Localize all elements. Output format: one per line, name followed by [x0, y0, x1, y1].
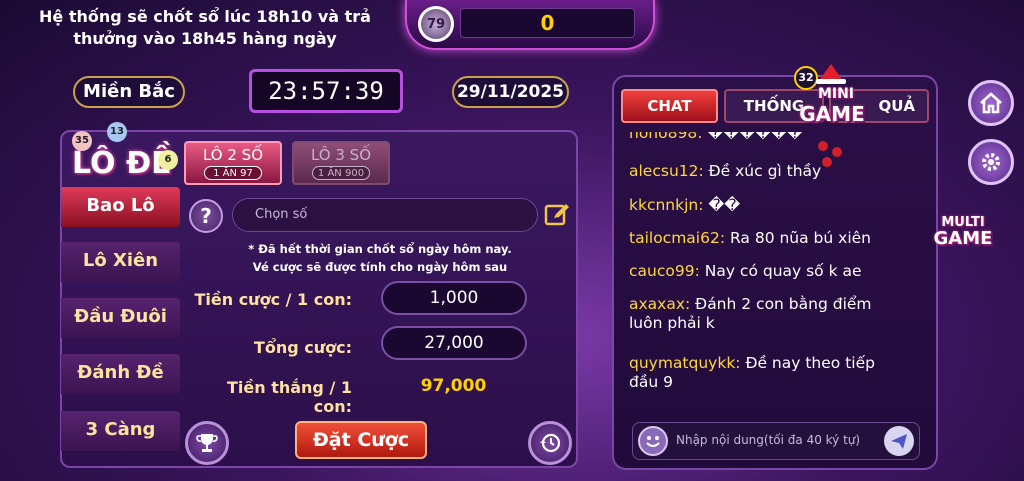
santa-hat-icon [816, 62, 846, 84]
bet-per-label: Tiền cược / 1 con: [194, 290, 352, 309]
minigame-label-2: GAME [799, 102, 865, 126]
tab-rate: 1 ĂN 900 [312, 166, 370, 180]
chat-text: ������ [702, 132, 803, 142]
chat-text: �� [703, 196, 741, 214]
minigame-label-1: MINI [817, 86, 855, 102]
side-item-danh-de[interactable]: Đánh Đề [61, 354, 180, 394]
chat-message: cauco99: Nay có quay số k ae [629, 262, 899, 281]
bet-per-field[interactable]: 1,000 [381, 281, 527, 315]
tab-results-label: QUẢ [878, 97, 915, 115]
gear-icon [982, 153, 1000, 171]
closing-time-notice: Hệ thống sẽ chốt sổ lúc 18h10 và trả thư… [39, 7, 371, 48]
chat-message: kkcnnkjn: �� [629, 196, 899, 215]
tab-label: LÔ 3 SỐ [310, 146, 372, 164]
history-icon [540, 433, 561, 453]
closing-warning: * Đã hết thời gian chốt sổ ngày hôm nay.… [230, 240, 530, 276]
region-selector[interactable]: Miền Bắc [73, 76, 185, 108]
level-badge: 79 [418, 6, 454, 42]
chat-text: Ra 80 nũa bú xiên [725, 229, 871, 247]
tab-chat[interactable]: CHAT [621, 89, 718, 123]
chat-username: cauco99: [629, 262, 700, 280]
place-bet-button[interactable]: Đặt Cược [295, 421, 427, 459]
leaderboard-button[interactable] [185, 421, 229, 465]
number-picker-input[interactable]: Chọn số [232, 198, 538, 232]
draw-date: 29/11/2025 [452, 76, 569, 108]
chat-message: hoho898: ������ [629, 132, 899, 143]
settings-button[interactable] [968, 139, 1014, 185]
home-icon [980, 92, 1002, 114]
help-button[interactable]: ? [189, 199, 223, 233]
tab-lo-3-so[interactable]: LÔ 3 SỐ 1 ĂN 900 [292, 141, 390, 185]
tab-rate: 1 ĂN 97 [204, 166, 262, 180]
tab-label: LÔ 2 SỐ [202, 146, 264, 164]
chat-text: Đề xúc gì thầy [703, 162, 822, 180]
chat-username: tailocmai62: [629, 229, 726, 247]
tab-lo-2-so[interactable]: LÔ 2 SỐ 1 ĂN 97 [184, 141, 282, 185]
history-button[interactable] [528, 421, 572, 465]
warning-line: Vé cược sẽ được tính cho ngày hôm sau [252, 260, 508, 274]
chat-input-placeholder: Nhập nội dung(tối đa 40 ký tự) [676, 433, 861, 447]
ornament-icon [815, 138, 849, 172]
total-value: 27,000 [381, 326, 527, 360]
side-item-dau-duoi[interactable]: Đầu Đuôi [61, 298, 180, 338]
logo-ball: 13 [107, 122, 127, 142]
warning-line: * Đã hết thời gian chốt sổ ngày hôm nay. [248, 242, 512, 256]
total-label: Tổng cược: [253, 338, 352, 357]
edit-icon[interactable] [543, 201, 571, 229]
home-button[interactable] [968, 80, 1014, 126]
logo-ball: 35 [72, 131, 92, 151]
chat-username: quymatquykk: [629, 354, 741, 372]
trophy-icon [196, 434, 218, 452]
win-value: 97,000 [420, 376, 487, 396]
chat-username: alecsu12: [629, 162, 704, 180]
logo-ball: 6 [158, 150, 178, 170]
side-item-bao-lo[interactable]: Bao Lô [61, 187, 180, 227]
lode-logo: LÔ ĐỀ [72, 146, 172, 181]
chat-message: alecsu12: Đề xúc gì thầy [629, 162, 899, 181]
emoji-icon[interactable] [638, 426, 668, 456]
chat-message: quymatquykk: Đề nay theo tiếp đầu 9 [629, 354, 879, 392]
chat-message-list[interactable]: hoho898: ������ alecsu12: Đề xúc gì thầy… [622, 132, 922, 412]
chat-username: hoho898: [629, 132, 703, 142]
send-icon[interactable] [884, 426, 914, 456]
chat-message: tailocmai62: Ra 80 nũa bú xiên [629, 229, 899, 248]
chat-message: axaxax: Đánh 2 con bằng điểm luôn phải k [629, 295, 879, 333]
minigame-button[interactable]: 32 MINI GAME [790, 62, 874, 128]
chat-text: Nay có quay số k ae [699, 262, 862, 280]
side-item-lo-xien[interactable]: Lô Xiên [61, 242, 180, 282]
multigame-button[interactable]: MULTI GAME [924, 215, 1002, 255]
side-item-3-cang[interactable]: 3 Càng [61, 411, 180, 451]
multigame-label-2: GAME [933, 228, 993, 249]
countdown-clock: 23:57:39 [249, 69, 403, 113]
chat-username: axaxax: [629, 295, 691, 313]
jackpot-value: 0 [460, 8, 635, 38]
chat-username: kkcnnkjn: [629, 196, 704, 214]
win-label: Tiền thắng / 1 con: [226, 378, 352, 416]
